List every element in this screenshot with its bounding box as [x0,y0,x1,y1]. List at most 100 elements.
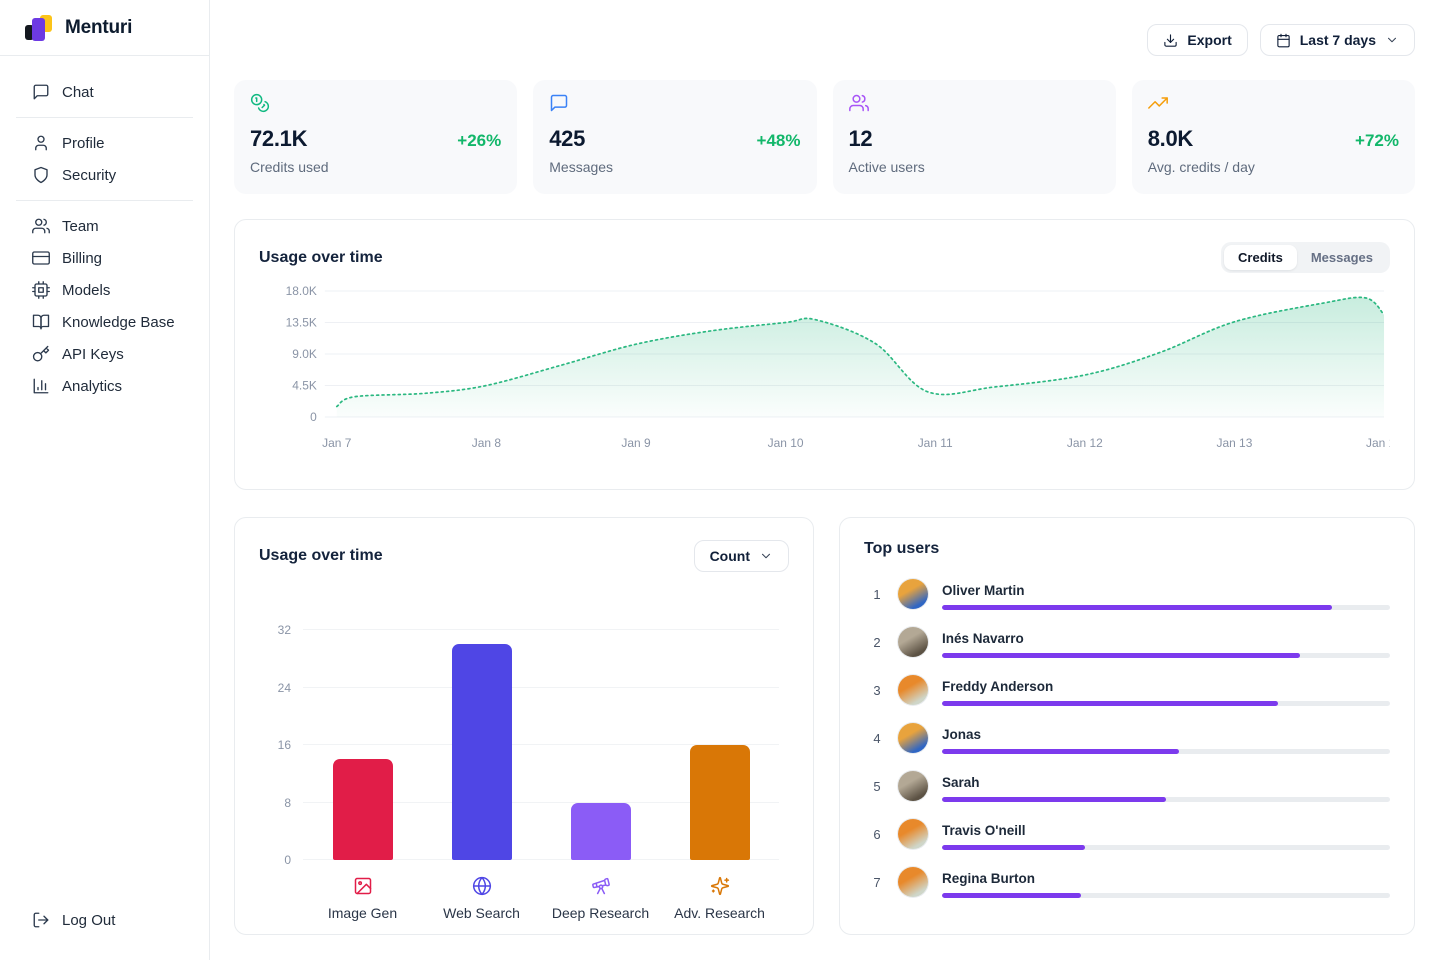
credits-messages-toggle: CreditsMessages [1221,242,1390,273]
sidebar: Menturi Chat ProfileSecurity TeamBillingMo… [0,0,210,960]
y-tick-label: 13.5K [286,315,317,329]
usage-bar-track [942,605,1390,610]
sidebar-item-team[interactable]: Team [0,210,209,242]
stat-delta: +72% [1355,131,1399,151]
app-name: Menturi [65,17,132,39]
top-users-card: Top users 1Oliver Martin2Inés Navarro3Fr… [839,517,1415,935]
top-user-row: 2 Inés Navarro [864,618,1390,666]
sidebar-item-billing[interactable]: Billing [0,242,209,274]
sidebar-item-profile[interactable]: Profile [0,127,209,159]
top-user-row: 6Travis O'neill [864,810,1390,858]
coins-icon [250,93,270,113]
stat-value: 425 [549,126,585,152]
bar-card-header: Usage over time Count [259,540,789,572]
usage-bar-fill [942,893,1081,898]
x-tick-label: Jan 10 [768,436,804,450]
user-info: Inés Navarro [942,627,1390,658]
x-tick-label: Jan 8 [472,436,502,450]
bar-chart-title: Usage over time [259,547,383,565]
x-tick-label: Jan 11 [918,436,953,450]
stat-delta: +48% [757,131,801,151]
chat-icon [32,83,50,101]
stat-label: Active users [849,159,1100,175]
y-tick-label: 24 [278,681,291,695]
book-open-icon [32,313,50,331]
stat-value: 12 [849,126,873,152]
usage-chart-title: Usage over time [259,249,383,267]
category-label: Image Gen [328,905,397,921]
export-label: Export [1187,32,1231,48]
user-name: Travis O'neill [942,823,1390,838]
calendar-icon [1276,33,1291,48]
x-tick-label: Jan 14 [1366,436,1390,450]
sidebar-divider [16,117,193,118]
user-info: Regina Burton [942,867,1390,898]
image-icon [353,876,373,896]
stat-label: Credits used [250,159,501,175]
user-name: Regina Burton [942,871,1390,886]
export-button[interactable]: Export [1147,24,1247,56]
user-rank: 2 [864,635,890,650]
user-info: Travis O'neill [942,819,1390,850]
category-label: Adv. Research [674,905,765,921]
stat-card-active-users: 12 Active users [833,80,1116,194]
user-info: Sarah [942,771,1390,802]
user-rank: 5 [864,779,890,794]
y-tick-label: 4.5K [292,378,317,392]
x-tick-label: Jan 7 [322,436,352,450]
menturi-logo-icon [24,13,54,43]
top-users-list: 1Oliver Martin2Inés Navarro3Freddy Ander… [864,570,1390,906]
count-dropdown[interactable]: Count [694,540,789,572]
sidebar-item-security[interactable]: Security [0,159,209,191]
sidebar-item-api-keys[interactable]: API Keys [0,338,209,370]
usage-over-time-card: Usage over time CreditsMessages 04.5K9.0… [234,219,1415,490]
top-user-row: 5 Sarah [864,762,1390,810]
toggle-option-credits[interactable]: Credits [1224,245,1297,270]
cpu-icon [32,281,50,299]
y-tick-label: 9.0K [292,347,317,361]
topbar: Export Last 7 days [234,24,1415,56]
bar-chart-icon [32,377,50,395]
logout-label: Log Out [62,912,115,929]
date-range-button[interactable]: Last 7 days [1260,24,1415,56]
sparkles-icon [710,876,730,896]
top-user-row: 4Jonas [864,714,1390,762]
sidebar-item-models[interactable]: Models [0,274,209,306]
avatar [898,675,928,705]
user-info: Freddy Anderson [942,675,1390,706]
avatar [898,867,928,897]
bars [303,630,779,860]
bar-plot-area: 08162432 [303,630,779,860]
sidebar-item-label: Analytics [62,378,122,395]
y-tick-label: 18.0K [286,285,317,298]
users-icon [32,217,50,235]
bar-column-deep-research [541,630,660,860]
user-info: Jonas [942,723,1390,754]
toggle-option-messages[interactable]: Messages [1297,245,1387,270]
trending-up-icon [1148,93,1168,113]
category-adv-research: Adv. Research [660,876,779,921]
sidebar-item-analytics[interactable]: Analytics [0,370,209,402]
y-tick-label: 8 [284,796,291,810]
stat-card-avg-credits-day: 8.0K+72%Avg. credits / day [1132,80,1415,194]
usage-bar-track [942,653,1390,658]
user-info: Oliver Martin [942,579,1390,610]
bar-categories: Image GenWeb SearchDeep ResearchAdv. Res… [303,876,779,921]
sidebar-item-label: Chat [62,84,94,101]
logout-button[interactable]: Log Out [0,904,209,936]
sidebar-item-knowledge-base[interactable]: Knowledge Base [0,306,209,338]
sidebar-item-label: API Keys [62,346,124,363]
avatar [898,771,928,801]
key-icon [32,345,50,363]
download-icon [1163,33,1178,48]
user-rank: 7 [864,875,890,890]
message-icon [549,93,569,113]
x-tick-label: Jan 9 [621,436,651,450]
chevron-down-icon [1385,33,1399,47]
sidebar-item-chat[interactable]: Chat [0,76,209,108]
bar-column-adv-research [660,630,779,860]
category-web-search: Web Search [422,876,541,921]
x-tick-label: Jan 13 [1216,436,1252,450]
bar-web-search [452,644,512,860]
stat-delta: +26% [457,131,501,151]
